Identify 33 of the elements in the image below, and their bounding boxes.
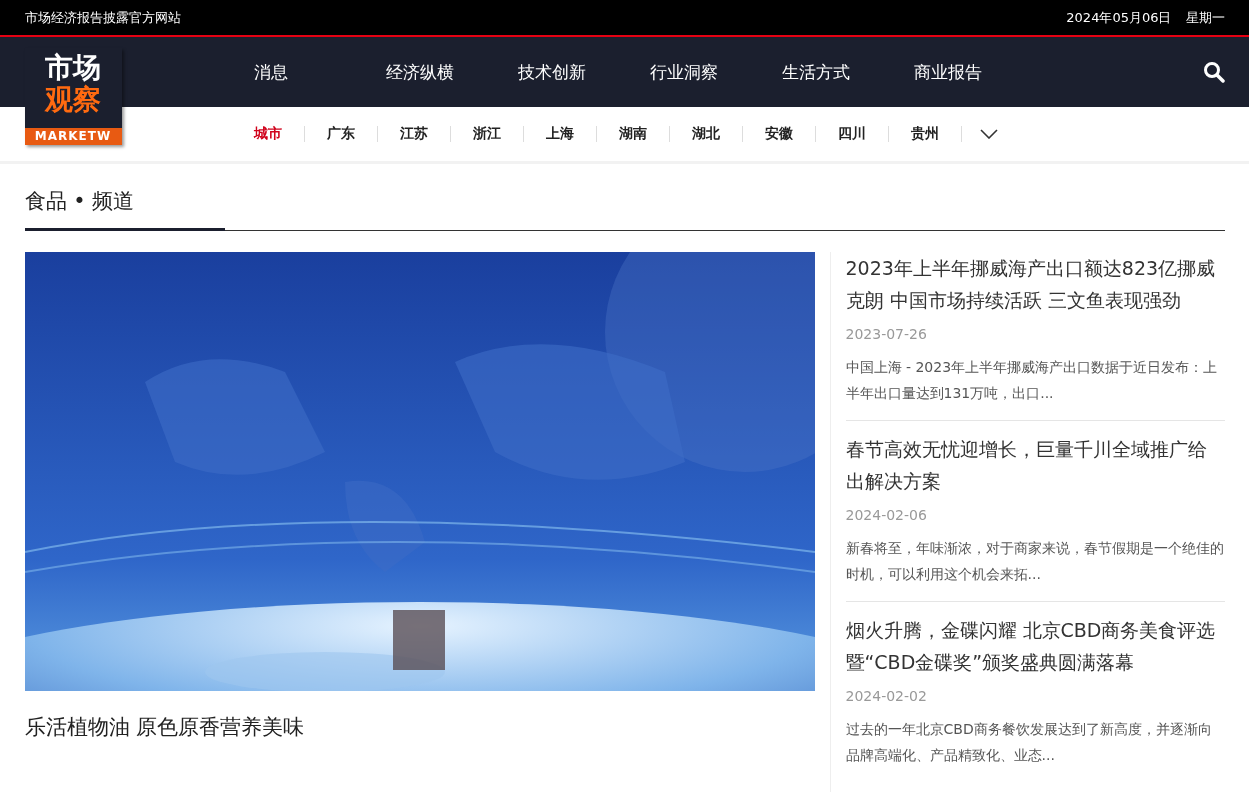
city-tab[interactable]: 安徽 xyxy=(764,125,793,143)
nav-link[interactable]: 消息 xyxy=(253,60,386,84)
site-tagline: 市场经济报告披露官方网站 xyxy=(24,8,181,27)
nav-link[interactable]: 技术创新 xyxy=(517,60,650,84)
date-text: 2024年05月06日 xyxy=(1066,8,1172,27)
article-date: 2024-02-02 xyxy=(845,688,928,704)
site-logo[interactable]: 市场 观察 MARKETW xyxy=(24,48,122,145)
city-tab[interactable]: 四川 xyxy=(837,125,866,143)
chevron-down-icon[interactable] xyxy=(979,129,998,139)
search-icon[interactable] xyxy=(1202,61,1225,83)
city-tab[interactable]: 湖北 xyxy=(691,125,720,143)
city-tab[interactable]: 广东 xyxy=(326,125,355,143)
article-headline[interactable]: 春节高效无忧迎增长，巨量千川全域推广给出解决方案 xyxy=(845,433,1225,497)
featured-headline[interactable]: 乐活植物油 原色原香营养美味 xyxy=(24,713,815,741)
city-tab[interactable]: 浙江 xyxy=(472,125,501,143)
city-tab[interactable]: 湖南 xyxy=(618,125,647,143)
city-tab[interactable]: 贵州 xyxy=(910,125,939,143)
nav-link[interactable]: 商业报告 xyxy=(913,60,1046,84)
article-headline[interactable]: 烟火升腾，金碟闪耀 北京CBD商务美食评选暨“CBD金碟奖”颁奖盛典圆满落幕 xyxy=(845,614,1225,678)
city-tab[interactable]: 江苏 xyxy=(399,125,428,143)
nav-link[interactable]: 经济纵横 xyxy=(385,60,518,84)
city-tab[interactable]: 上海 xyxy=(545,125,574,143)
weekday-text: 星期一 xyxy=(1185,8,1225,27)
article-headline[interactable]: 2023年上半年挪威海产出口额达823亿挪威克朗 中国市场持续活跃 三文鱼表现强劲 xyxy=(845,252,1225,316)
article-date: 2023-07-26 xyxy=(845,326,928,342)
city-tab[interactable]: 城市 xyxy=(253,125,282,143)
nav-link[interactable]: 生活方式 xyxy=(781,60,914,84)
article-date: 2024-02-06 xyxy=(845,507,928,523)
article-summary: 中国上海 - 2023年上半年挪威海产出口数据于近日发布：上半年出口量达到131万吨，出口... xyxy=(845,358,1219,403)
article-summary: 过去的一年北京CBD商务餐饮发展达到了新高度，并逐渐向品牌高端化、产品精致化、业态... xyxy=(845,720,1213,765)
article-summary: 新春将至，年味渐浓，对于商家来说，春节假期是一个绝佳的时机，可以利用这个机会来拓... xyxy=(845,539,1225,584)
section-title: 食品 • 频道 xyxy=(24,184,225,231)
nav-link[interactable]: 行业洞察 xyxy=(649,60,782,84)
